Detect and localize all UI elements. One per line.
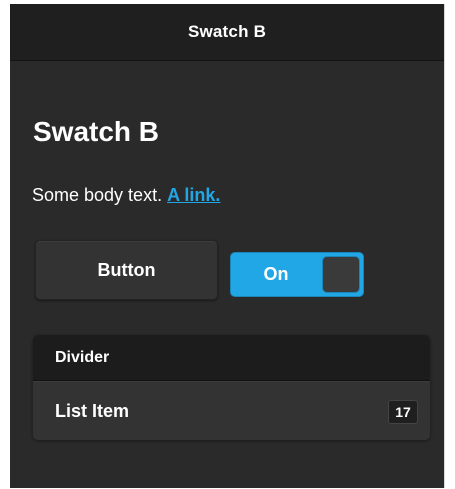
body-text: Some body text. (32, 185, 163, 205)
list-item[interactable]: List Item 17 (33, 381, 430, 440)
list-divider: Divider (33, 335, 430, 381)
flip-switch-handle[interactable] (322, 256, 360, 293)
flip-switch[interactable]: On (230, 252, 364, 297)
button-label: Button (97, 259, 156, 280)
app-frame: Swatch B Swatch B Some body text. A link… (10, 4, 445, 488)
list-divider-label: Divider (55, 348, 110, 366)
header-title: Swatch B (187, 22, 267, 41)
header-bar: Swatch B (10, 4, 444, 61)
body-link[interactable]: A link. (167, 185, 220, 205)
count-badge: 17 (388, 400, 418, 424)
body-paragraph: Some body text. A link. (32, 185, 220, 207)
primary-button[interactable]: Button (35, 240, 218, 300)
page-title: Swatch B (33, 116, 160, 147)
list-item-label: List Item (55, 400, 130, 421)
flip-switch-label: On (263, 264, 289, 284)
list-view: Divider List Item 17 (33, 335, 430, 440)
